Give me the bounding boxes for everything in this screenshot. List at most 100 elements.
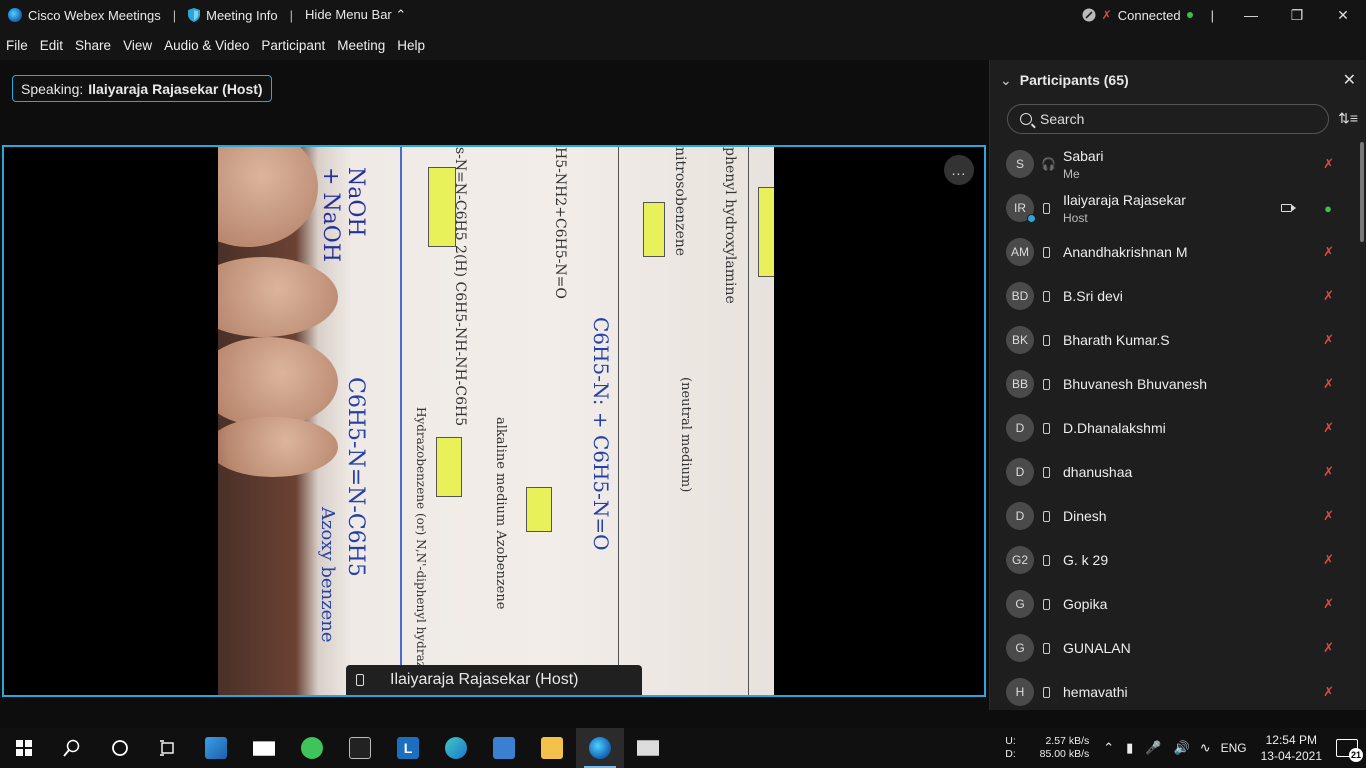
taskbar-app-whatsapp[interactable] — [288, 728, 336, 768]
participant-row[interactable]: G2 G. k 29 ✗ — [990, 538, 1358, 582]
task-view-button[interactable] — [144, 728, 192, 768]
printed-text: alkaline medium Azobenzene — [493, 417, 508, 610]
whatsapp-icon — [301, 737, 323, 759]
avatar-initials: G2 — [1011, 553, 1028, 567]
mic-muted-icon[interactable]: ✗ — [1323, 508, 1334, 524]
hide-menu-bar-button[interactable]: Hide Menu Bar ⌃ — [305, 7, 406, 23]
menu-view[interactable]: View — [123, 38, 152, 53]
mic-active-icon[interactable]: ● — [1324, 201, 1332, 216]
taskbar-app-calculator[interactable] — [480, 728, 528, 768]
avatar-initials: D — [1015, 509, 1025, 523]
participant-role: Host — [1063, 211, 1088, 225]
participants-header[interactable]: ⌄ Participants (65) — [990, 60, 1366, 100]
participant-row[interactable]: IR Ilaiyaraja Rajasekar Host ● — [990, 186, 1358, 230]
mic-muted-icon[interactable]: ✗ — [1323, 640, 1334, 656]
taskbar-app-l[interactable]: L — [384, 728, 432, 768]
mic-muted-icon[interactable]: ✗ — [1323, 464, 1334, 480]
participant-row[interactable]: S 🎧 Sabari Me ✗ — [990, 142, 1358, 186]
finger-shape — [218, 147, 318, 247]
avatar: D — [1006, 414, 1034, 442]
mic-muted-icon[interactable]: ✗ — [1323, 596, 1334, 612]
participant-search-input[interactable]: Search — [1007, 104, 1329, 134]
meeting-info-button[interactable]: Meeting Info — [206, 8, 278, 23]
finger-shape — [218, 417, 338, 477]
close-window-button[interactable]: ✕ — [1320, 0, 1366, 30]
taskbar-app-monitor[interactable] — [192, 728, 240, 768]
participant-row[interactable]: D dhanushaa ✗ — [990, 450, 1358, 494]
photos-icon — [637, 740, 659, 756]
phone-icon — [356, 674, 364, 686]
connection-settings-icon — [1082, 8, 1096, 22]
participant-name: Anandhakrishnan M — [1063, 244, 1188, 260]
participant-list-scrollbar[interactable] — [1360, 142, 1364, 242]
start-button[interactable] — [0, 728, 48, 768]
wifi-icon[interactable]: ∿ — [1200, 740, 1211, 756]
mic-muted-icon[interactable]: ✗ — [1323, 684, 1334, 700]
close-panel-button[interactable]: ✕ — [1343, 70, 1356, 90]
taskbar-app-webex[interactable] — [576, 728, 624, 768]
active-video[interactable]: NaOH + NaOH C6H5-N=N-C6H5 Azoxy benzene … — [2, 145, 986, 697]
menu-edit[interactable]: Edit — [40, 38, 63, 53]
avatar-initials: AM — [1011, 245, 1029, 259]
mail-icon — [253, 741, 275, 756]
participant-row[interactable]: G Gopika ✗ — [990, 582, 1358, 626]
mic-muted-icon[interactable]: ✗ — [1323, 288, 1334, 304]
phone-icon — [1043, 466, 1050, 478]
cortana-button[interactable] — [96, 728, 144, 768]
usb-icon[interactable]: ▮ — [1126, 740, 1133, 756]
handwritten-text: C6H5-N: + C6H5-N=O — [589, 317, 613, 551]
language-indicator[interactable]: ENG — [1221, 741, 1247, 755]
sort-icon[interactable]: ⇅≡ — [1338, 110, 1358, 127]
video-more-options-button[interactable]: ... — [944, 155, 974, 185]
phone-icon — [1043, 378, 1050, 390]
menu-participant[interactable]: Participant — [261, 38, 325, 53]
avatar: IR — [1006, 194, 1036, 223]
clock[interactable]: 12:54 PM 13-04-2021 — [1261, 732, 1322, 764]
taskbar-app-mail[interactable] — [240, 728, 288, 768]
phone-icon — [1043, 642, 1050, 654]
menu-meeting[interactable]: Meeting — [337, 38, 385, 53]
handwritten-text: + NaOH — [318, 167, 343, 263]
phone-icon — [1043, 510, 1050, 522]
avatar: BB — [1006, 370, 1034, 398]
taskbar-search-button[interactable] — [48, 728, 96, 768]
taskbar-app-photos[interactable] — [624, 728, 672, 768]
minimize-button[interactable]: — — [1228, 0, 1274, 30]
participant-row[interactable]: BB Bhuvanesh Bhuvanesh ✗ — [990, 362, 1358, 406]
chevron-up-icon[interactable]: ⌃ — [1103, 740, 1114, 756]
menu-file[interactable]: File — [6, 38, 28, 53]
menu-share[interactable]: Share — [75, 38, 111, 53]
taskbar-app-edge[interactable] — [432, 728, 480, 768]
participant-row[interactable]: D D.Dhanalakshmi ✗ — [990, 406, 1358, 450]
volume-icon[interactable]: 🔊 — [1174, 740, 1190, 756]
avatar: AM — [1006, 238, 1034, 266]
task-view-icon — [160, 740, 174, 756]
restore-button[interactable]: ❐ — [1274, 0, 1320, 30]
mic-muted-icon[interactable]: ✗ — [1323, 332, 1334, 348]
participant-row[interactable]: H hemavathi ✗ — [990, 670, 1358, 714]
notification-center-button[interactable]: 21 — [1336, 739, 1363, 762]
mic-muted-icon[interactable]: ✗ — [1323, 552, 1334, 568]
mic-muted-icon[interactable]: ✗ — [1323, 376, 1334, 392]
microphone-icon[interactable]: 🎤 — [1145, 740, 1161, 756]
highlight-mark — [436, 437, 462, 497]
mic-muted-icon[interactable]: ✗ — [1323, 156, 1334, 172]
menu-help[interactable]: Help — [397, 38, 425, 53]
mic-muted-icon[interactable]: ✗ — [1323, 244, 1334, 260]
menu-audio-video[interactable]: Audio & Video — [164, 38, 249, 53]
participant-row[interactable]: G GUNALAN ✗ — [990, 626, 1358, 670]
clock-time: 12:54 PM — [1265, 733, 1317, 747]
connection-status[interactable]: ✗ Connected — [1082, 8, 1193, 23]
video-feed-image: NaOH + NaOH C6H5-N=N-C6H5 Azoxy benzene … — [218, 147, 774, 695]
taskbar-app-terminal[interactable] — [336, 728, 384, 768]
avatar-initials: H — [1015, 685, 1025, 699]
participant-role: Me — [1063, 167, 1080, 181]
participant-row[interactable]: BK Bharath Kumar.S ✗ — [990, 318, 1358, 362]
taskbar-app-explorer[interactable] — [528, 728, 576, 768]
participant-row[interactable]: AM Anandhakrishnan M ✗ — [990, 230, 1358, 274]
participant-row[interactable]: D Dinesh ✗ — [990, 494, 1358, 538]
mic-muted-icon[interactable]: ✗ — [1323, 420, 1334, 436]
participant-row[interactable]: BD B.Sri devi ✗ — [990, 274, 1358, 318]
avatar: G — [1006, 634, 1034, 662]
notification-count: 21 — [1349, 748, 1363, 762]
